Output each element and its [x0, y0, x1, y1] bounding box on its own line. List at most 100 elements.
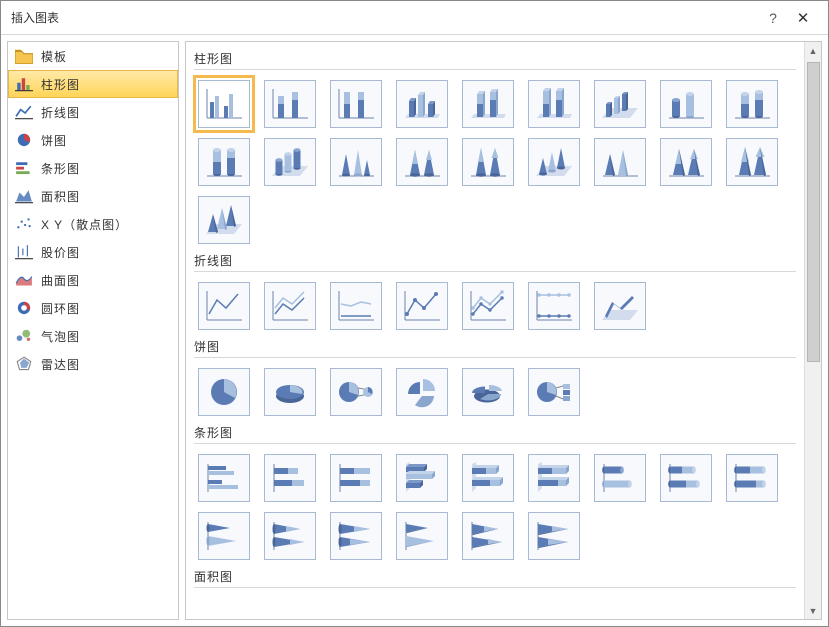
chart-100-stacked-column[interactable] [330, 80, 382, 128]
sidebar-item-label: 雷达图 [41, 356, 80, 373]
scroll-down-button[interactable]: ▼ [805, 602, 821, 619]
sidebar-item-bar[interactable]: 条形图 [8, 154, 178, 182]
chart-stacked-bar[interactable] [264, 454, 316, 502]
sidebar-item-label: 圆环图 [41, 300, 80, 317]
chart-stacked-horiz-cone[interactable] [264, 512, 316, 560]
chart-pie-of-pie[interactable] [330, 368, 382, 416]
insert-chart-dialog: 插入图表 ? ✕ 模板 柱形图 折线图 [0, 0, 829, 627]
sidebar-item-label: X Y（散点图） [41, 216, 128, 233]
sidebar-item-label: 面积图 [41, 188, 80, 205]
chart-3d-line[interactable] [594, 282, 646, 330]
scroll-up-button[interactable]: ▲ [805, 42, 821, 59]
sidebar-item-label: 饼图 [41, 132, 67, 149]
chart-stacked-cylinder[interactable] [726, 80, 778, 128]
chart-3d-100-stacked-column[interactable] [528, 80, 580, 128]
scroll-thumb[interactable] [807, 62, 820, 362]
help-button[interactable]: ? [758, 10, 788, 26]
line-icon [15, 104, 33, 120]
chart-3d-stacked-column[interactable] [462, 80, 514, 128]
chart-clustered-horiz-cylinder[interactable] [594, 454, 646, 502]
chart-clustered-pyramid[interactable] [594, 138, 646, 186]
sidebar-item-templates[interactable]: 模板 [8, 42, 178, 70]
section-header-area: 面积图 [194, 568, 796, 588]
sidebar-item-label: 条形图 [41, 160, 80, 177]
sidebar-item-area[interactable]: 面积图 [8, 182, 178, 210]
chart-clustered-bar[interactable] [198, 454, 250, 502]
chart-stacked-column[interactable] [264, 80, 316, 128]
chart-3d-clustered-column[interactable] [396, 80, 448, 128]
chart-clustered-column[interactable] [198, 80, 250, 128]
chart-100-stacked-horiz-cone[interactable] [330, 512, 382, 560]
chart-100-stacked-line[interactable] [330, 282, 382, 330]
column-chart-row [198, 80, 796, 128]
bar-chart-row-2 [198, 512, 796, 560]
chart-clustered-horiz-pyramid[interactable] [396, 512, 448, 560]
chart-stacked-line-markers[interactable] [462, 282, 514, 330]
chart-100-stacked-bar[interactable] [330, 454, 382, 502]
chart-exploded-3d-pie[interactable] [462, 368, 514, 416]
vertical-scrollbar[interactable]: ▲ ▼ [804, 42, 821, 619]
chart-gallery-content: 柱形图 [186, 42, 804, 619]
chart-100-stacked-horiz-pyramid[interactable] [528, 512, 580, 560]
chart-clustered-horiz-cone[interactable] [198, 512, 250, 560]
chart-clustered-cone[interactable] [330, 138, 382, 186]
chart-100-stacked-cylinder[interactable] [198, 138, 250, 186]
sidebar-item-label: 气泡图 [41, 328, 80, 345]
close-button[interactable]: ✕ [788, 9, 818, 27]
chart-category-sidebar: 模板 柱形图 折线图 饼图 [7, 41, 179, 620]
doughnut-icon [15, 300, 33, 316]
folder-icon [15, 48, 33, 64]
stock-icon [15, 244, 33, 260]
bar-chart-row [198, 454, 796, 502]
dialog-title: 插入图表 [11, 9, 758, 26]
chart-3d-column[interactable] [594, 80, 646, 128]
column-icon [15, 76, 33, 92]
dialog-body: 模板 柱形图 折线图 饼图 [1, 35, 828, 626]
section-header-line: 折线图 [194, 252, 796, 272]
bar-icon [15, 160, 33, 176]
sidebar-item-doughnut[interactable]: 圆环图 [8, 294, 178, 322]
sidebar-item-line[interactable]: 折线图 [8, 98, 178, 126]
chart-100-stacked-cone[interactable] [462, 138, 514, 186]
chart-3d-pyramid[interactable] [198, 196, 250, 244]
line-chart-row [198, 282, 796, 330]
sidebar-item-surface[interactable]: 曲面图 [8, 266, 178, 294]
chart-stacked-horiz-pyramid[interactable] [462, 512, 514, 560]
section-header-pie: 饼图 [194, 338, 796, 358]
chart-stacked-pyramid[interactable] [660, 138, 712, 186]
chart-stacked-line[interactable] [264, 282, 316, 330]
sidebar-item-column[interactable]: 柱形图 [8, 70, 178, 98]
chart-100-stacked-line-markers[interactable] [528, 282, 580, 330]
chart-100-stacked-horiz-cylinder[interactable] [726, 454, 778, 502]
chart-3d-cylinder[interactable] [264, 138, 316, 186]
sidebar-item-label: 曲面图 [41, 272, 80, 289]
sidebar-item-bubble[interactable]: 气泡图 [8, 322, 178, 350]
surface-icon [15, 272, 33, 288]
chart-clustered-cylinder[interactable] [660, 80, 712, 128]
chart-line[interactable] [198, 282, 250, 330]
sidebar-item-scatter[interactable]: X Y（散点图） [8, 210, 178, 238]
area-icon [15, 188, 33, 204]
chart-line-markers[interactable] [396, 282, 448, 330]
section-header-column: 柱形图 [194, 50, 796, 70]
chart-100-stacked-pyramid[interactable] [726, 138, 778, 186]
chart-3d-stacked-bar[interactable] [462, 454, 514, 502]
chart-3d-cone[interactable] [528, 138, 580, 186]
chart-stacked-horiz-cylinder[interactable] [660, 454, 712, 502]
sidebar-item-label: 柱形图 [41, 76, 80, 93]
pie-chart-row [198, 368, 796, 416]
chart-stacked-cone[interactable] [396, 138, 448, 186]
sidebar-item-stock[interactable]: 股价图 [8, 238, 178, 266]
chart-3d-clustered-bar[interactable] [396, 454, 448, 502]
chart-pie[interactable] [198, 368, 250, 416]
chart-3d-100-stacked-bar[interactable] [528, 454, 580, 502]
chart-exploded-pie[interactable] [396, 368, 448, 416]
chart-gallery: 柱形图 [185, 41, 822, 620]
chart-bar-of-pie[interactable] [528, 368, 580, 416]
sidebar-item-pie[interactable]: 饼图 [8, 126, 178, 154]
sidebar-item-label: 模板 [41, 48, 67, 65]
sidebar-item-radar[interactable]: 雷达图 [8, 350, 178, 378]
radar-icon [15, 356, 33, 372]
section-header-bar: 条形图 [194, 424, 796, 444]
chart-3d-pie[interactable] [264, 368, 316, 416]
